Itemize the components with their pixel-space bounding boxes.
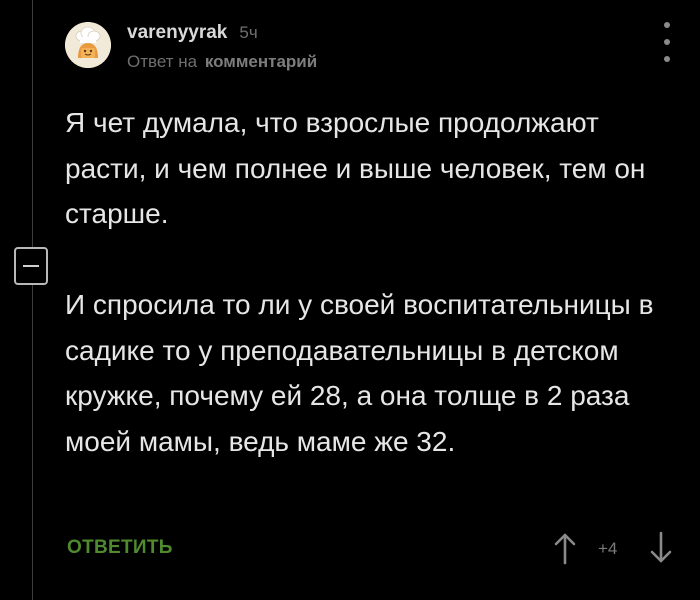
avatar[interactable]: [65, 22, 111, 68]
more-options-button[interactable]: [656, 22, 678, 62]
comment-header: varenyyrak 5ч Ответ на комментарий: [65, 18, 685, 78]
comment-paragraph: И спросила то ли у своей воспитательницы…: [65, 289, 654, 457]
arrow-up-icon: [554, 533, 576, 565]
comment-paragraph: Я чет думала, что взрослые продолжают ра…: [65, 107, 646, 229]
reply-button[interactable]: ОТВЕТИТЬ: [67, 537, 173, 559]
reply-to-prefix: Ответ на: [127, 52, 198, 71]
timestamp: 5ч: [239, 23, 258, 42]
thread-line: [32, 0, 33, 600]
comment-meta: varenyyrak 5ч Ответ на комментарий: [127, 22, 317, 72]
reply-to: Ответ на комментарий: [127, 52, 317, 72]
parent-comment-link[interactable]: комментарий: [205, 52, 317, 71]
author-name[interactable]: varenyyrak: [127, 22, 227, 44]
downvote-button[interactable]: [647, 530, 675, 566]
collapse-button[interactable]: [14, 247, 48, 285]
arrow-down-icon: [650, 531, 672, 563]
comment-footer: ОТВЕТИТЬ +4: [65, 530, 680, 566]
minus-icon: [23, 265, 39, 267]
rating-value: +4: [598, 539, 618, 558]
more-vertical-icon: [664, 22, 670, 28]
chef-avatar-icon: [65, 22, 111, 68]
comment-text: Я чет думала, что взрослые продолжают ра…: [65, 100, 677, 464]
upvote-button[interactable]: [551, 530, 579, 566]
